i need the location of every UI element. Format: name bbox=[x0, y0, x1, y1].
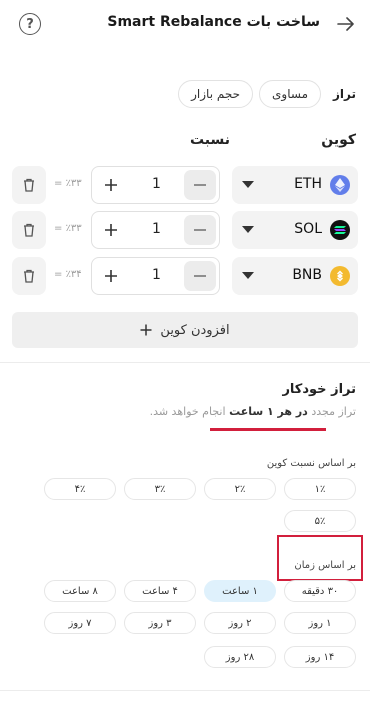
bnb-icon bbox=[330, 266, 350, 286]
column-header-coin: کوین bbox=[321, 132, 356, 148]
minus-icon[interactable] bbox=[184, 261, 216, 291]
column-header-ratio: نسبت bbox=[189, 132, 230, 148]
page-title: ساخت بات Smart Rebalance bbox=[107, 14, 320, 30]
time-option[interactable]: ۷ روز bbox=[44, 612, 116, 634]
ratio-option[interactable]: ۳٪ bbox=[124, 478, 196, 500]
trash-icon[interactable] bbox=[12, 211, 46, 249]
add-coin-label: افزودن کوین bbox=[160, 322, 230, 338]
solana-icon bbox=[330, 220, 350, 240]
time-option[interactable]: ۱۴ روز bbox=[284, 646, 356, 668]
ratio-value[interactable]: 1 bbox=[130, 176, 183, 192]
time-option[interactable]: ۳ روز bbox=[124, 612, 196, 634]
caret-down-icon bbox=[242, 226, 254, 233]
ratio-option[interactable]: ۴٪ bbox=[44, 478, 116, 500]
auto-balance-desc-prefix: تراز مجدد bbox=[311, 405, 356, 418]
auto-balance-desc-interval: در هر ۱ ساعت bbox=[229, 405, 308, 418]
ratio-value[interactable]: 1 bbox=[130, 267, 183, 283]
header: ? ساخت بات Smart Rebalance bbox=[0, 0, 370, 50]
highlight-underline bbox=[210, 428, 326, 431]
time-option[interactable]: ۸ ساعت bbox=[44, 580, 116, 602]
coin-select[interactable]: ETH bbox=[232, 166, 358, 204]
ethereum-icon bbox=[330, 175, 350, 195]
coin-symbol: BNB bbox=[292, 267, 322, 283]
minus-icon[interactable] bbox=[184, 170, 216, 200]
ratio-percent: ٪۳۳ = bbox=[54, 223, 82, 234]
ratio-option[interactable]: ۵٪ bbox=[284, 510, 356, 532]
time-option[interactable]: ۱ روز bbox=[284, 612, 356, 634]
coin-symbol: SOL bbox=[294, 221, 322, 237]
balance-option-equal[interactable]: مساوی bbox=[259, 80, 321, 108]
ratio-option[interactable]: ۱٪ bbox=[284, 478, 356, 500]
coin-row: BNB 1 ٪۳۴ = bbox=[12, 257, 358, 295]
arrow-right-icon[interactable] bbox=[334, 12, 358, 36]
coin-row: ETH 1 ٪۳۳ = bbox=[12, 166, 358, 204]
time-option[interactable]: ۳۰ دقیقه bbox=[284, 580, 356, 602]
auto-balance-description: تراز مجدد در هر ۱ ساعت انجام خواهد شد. bbox=[150, 405, 356, 418]
balance-option-market-cap[interactable]: حجم بازار bbox=[178, 80, 254, 108]
minus-icon[interactable] bbox=[184, 215, 216, 245]
coin-symbol: ETH bbox=[294, 176, 322, 192]
ratio-percent: ٪۳۳ = bbox=[54, 178, 82, 189]
plus-icon[interactable] bbox=[92, 167, 130, 203]
ratio-based-label: بر اساس نسبت کوین bbox=[266, 458, 356, 469]
ratio-value[interactable]: 1 bbox=[130, 221, 183, 237]
time-option[interactable]: ۲ روز bbox=[204, 612, 276, 634]
time-option-selected[interactable]: ۱ ساعت bbox=[204, 580, 276, 602]
ratio-stepper: 1 bbox=[91, 166, 220, 204]
coin-select[interactable]: SOL bbox=[232, 211, 358, 249]
highlight-box bbox=[277, 535, 363, 581]
time-option[interactable]: ۴ ساعت bbox=[124, 580, 196, 602]
ratio-stepper: 1 bbox=[91, 257, 220, 295]
bottom-divider bbox=[0, 690, 370, 691]
time-option[interactable]: ۲۸ روز bbox=[204, 646, 276, 668]
trash-icon[interactable] bbox=[12, 257, 46, 295]
plus-icon[interactable] bbox=[92, 258, 130, 294]
section-divider bbox=[0, 362, 370, 363]
plus-icon[interactable] bbox=[92, 212, 130, 248]
auto-balance-title: تراز خودکار bbox=[282, 382, 356, 397]
plus-icon bbox=[140, 324, 152, 336]
time-based-label: بر اساس زمان bbox=[294, 560, 356, 571]
ratio-option[interactable]: ۲٪ bbox=[204, 478, 276, 500]
add-coin-button[interactable]: افزودن کوین bbox=[12, 312, 358, 348]
coin-select[interactable]: BNB bbox=[232, 257, 358, 295]
balance-label: تراز bbox=[333, 87, 356, 101]
caret-down-icon bbox=[242, 181, 254, 188]
balance-mode-row: تراز مساوی حجم بازار bbox=[178, 80, 356, 108]
caret-down-icon bbox=[242, 272, 254, 279]
trash-icon[interactable] bbox=[12, 166, 46, 204]
ratio-percent: ٪۳۴ = bbox=[54, 269, 82, 280]
ratio-stepper: 1 bbox=[91, 211, 220, 249]
auto-balance-desc-suffix: انجام خواهد شد. bbox=[149, 405, 226, 418]
question-circle-icon[interactable]: ? bbox=[19, 13, 41, 35]
coin-row: SOL 1 ٪۳۳ = bbox=[12, 211, 358, 249]
